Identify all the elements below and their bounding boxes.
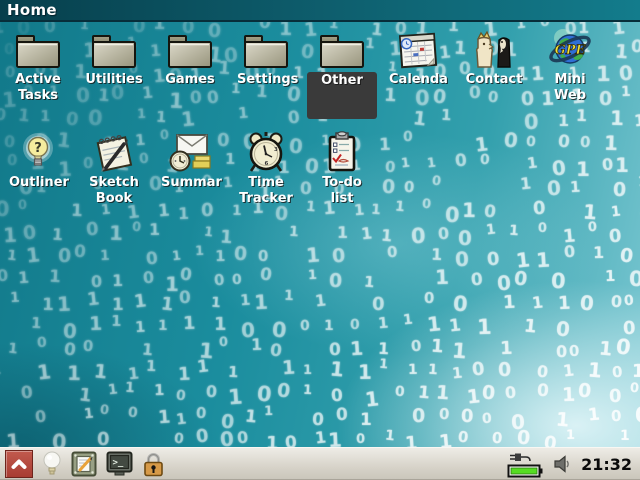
clipboard-icon bbox=[322, 131, 362, 173]
desktop-icon-sketch-book[interactable]: Sketch Book bbox=[76, 131, 152, 206]
desktop-icon-active-tasks[interactable]: Active Tasks bbox=[0, 28, 76, 103]
folder-icon bbox=[166, 28, 214, 70]
battery-applet[interactable] bbox=[507, 451, 544, 478]
lock-button[interactable] bbox=[142, 451, 165, 477]
folder-icon bbox=[14, 28, 62, 70]
desktop-icon-label: To-do list bbox=[313, 175, 371, 206]
terminal-icon: >_ bbox=[106, 451, 133, 477]
desktop-icon-label: Other bbox=[307, 72, 377, 119]
svg-text:>_: >_ bbox=[113, 458, 124, 468]
desktop-icon-label: Mini Web bbox=[541, 72, 599, 103]
desktop-icon-time-tracker[interactable]: 36 Time Tracker bbox=[228, 131, 304, 206]
sketchpad-icon bbox=[91, 131, 137, 173]
battery-power-icon bbox=[507, 451, 544, 478]
terminal-button[interactable]: >_ bbox=[106, 451, 133, 477]
desktop-icon-label: Contact bbox=[465, 72, 523, 88]
notes-icon bbox=[71, 451, 97, 477]
window-title: Home bbox=[0, 1, 57, 19]
alarm-clock-icon: 36 bbox=[244, 131, 288, 173]
desktop-icon-utilities[interactable]: Utilities bbox=[76, 28, 152, 88]
desktop: 1001010001111011110011001111110100101101… bbox=[0, 22, 640, 447]
desktop-icon-label: Utilities bbox=[85, 72, 143, 88]
taskbar-clock[interactable]: 21:32 bbox=[581, 455, 634, 474]
folder-icon bbox=[90, 28, 138, 70]
gpe-globe-icon: GPE bbox=[547, 28, 593, 70]
folder-icon bbox=[242, 28, 290, 70]
taskbar: >_ 21:32 bbox=[0, 447, 640, 480]
screen: Home 10010100011110111100110011111101001… bbox=[0, 0, 640, 480]
speaker-icon bbox=[553, 454, 572, 474]
desktop-icon-other[interactable]: Other bbox=[304, 28, 380, 119]
desktop-icon-contacts[interactable]: Contact bbox=[456, 28, 532, 88]
desktop-icon-label: Calenda bbox=[389, 72, 447, 88]
desktop-icon-label: Games bbox=[161, 72, 219, 88]
desktop-icon-mini-web[interactable]: GPE Mini Web bbox=[532, 28, 608, 103]
launcher-row-1: Active Tasks Utilities Games Settings bbox=[0, 22, 640, 119]
desktop-icon-summary[interactable]: Summar bbox=[152, 131, 228, 191]
desktop-icon-settings[interactable]: Settings bbox=[228, 28, 304, 88]
desktop-icon-label: Summar bbox=[161, 175, 219, 191]
calendar-icon bbox=[396, 28, 440, 70]
chevron-up-icon bbox=[8, 453, 30, 475]
desktop-icon-label: Active Tasks bbox=[9, 72, 67, 103]
svg-text:GPE: GPE bbox=[555, 43, 587, 58]
launcher-row-2: ? Outliner Sketch Book Summar 36 bbox=[0, 131, 640, 206]
launcher-menu-button[interactable] bbox=[5, 450, 33, 478]
svg-text:3: 3 bbox=[274, 147, 278, 153]
folder-icon bbox=[318, 28, 366, 70]
desktop-icon-todo-list[interactable]: To-do list bbox=[304, 131, 380, 206]
backlight-button[interactable] bbox=[42, 451, 62, 477]
bulb-question-icon: ? bbox=[18, 131, 58, 173]
envelope-clock-icon bbox=[167, 131, 213, 173]
svg-text:?: ? bbox=[34, 141, 42, 156]
desktop-icon-label: Sketch Book bbox=[85, 175, 143, 206]
padlock-icon bbox=[142, 451, 165, 477]
lightbulb-icon bbox=[42, 451, 62, 477]
desktop-icon-calendar[interactable]: Calenda bbox=[380, 28, 456, 88]
desktop-icon-label: Time Tracker bbox=[237, 175, 295, 206]
notes-button[interactable] bbox=[71, 451, 97, 477]
desktop-icon-outliner[interactable]: ? Outliner bbox=[0, 131, 76, 191]
contacts-icon bbox=[472, 28, 516, 70]
desktop-icon-label: Outliner bbox=[9, 175, 67, 191]
desktop-icon-games[interactable]: Games bbox=[152, 28, 228, 88]
svg-text:6: 6 bbox=[265, 161, 269, 167]
titlebar: Home bbox=[0, 0, 640, 22]
desktop-icon-label: Settings bbox=[237, 72, 295, 88]
volume-applet[interactable] bbox=[553, 454, 572, 474]
